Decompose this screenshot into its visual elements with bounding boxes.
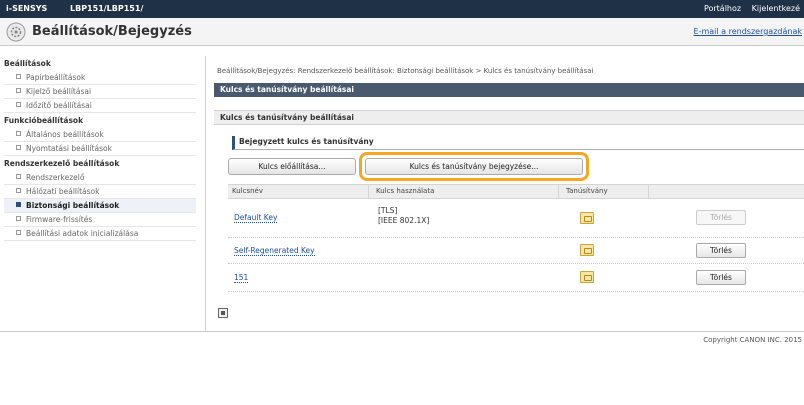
column-header-key-name: Kulcsnév [232,187,264,195]
bullet-icon [16,174,21,179]
column-header-key-usage: Kulcs használata [376,187,435,195]
certificate-icon[interactable] [580,212,594,224]
sidebar-group-management-settings: Rendszerkezelő beállítások [4,159,120,168]
delete-button[interactable]: Törlés [696,270,746,285]
bullet-icon [16,145,21,150]
sidebar-item-system-manager[interactable]: Rendszerkezelő [4,171,196,185]
brand-label: i-SENSYS [6,4,48,13]
delete-button[interactable]: Törlés [696,243,746,258]
key-alias-link[interactable]: 151 [234,273,249,283]
sidebar-item-timer-settings[interactable]: Időzítő beállításai [4,99,196,113]
highlight-frame [359,152,589,181]
bullet-icon [16,202,21,207]
title-bar: Beállítások/Bejegyzés E-mail a rendszerg… [0,18,804,46]
top-links: Portálhoz Kijelentkezé [696,4,800,13]
column-header-certificate: Tanúsítvány [566,187,608,195]
table-row: Default Key [TLS] [IEEE 802.1X] Törlés [228,202,804,238]
bullet-icon [16,74,21,79]
sidebar-item-printer-settings[interactable]: Nyomtatási beállítások [4,142,196,156]
sidebar-divider [205,56,206,331]
key-usage-tls: [TLS] [378,206,398,215]
sidebar-item-label: Biztonsági beállítások [26,201,120,210]
sidebar-item-initialize-settings[interactable]: Beállítási adatok inicializálása [4,227,196,241]
breadcrumb: Beállítások/Bejegyzés: Rendszerkezelő be… [217,67,594,75]
bullet-icon [16,230,21,235]
sidebar-item-display-settings[interactable]: Kijelző beállításai [4,85,196,99]
key-alias-link[interactable]: Self-Regenerated Key [234,246,315,256]
column-divider [558,185,559,198]
email-admin-link[interactable]: E-mail a rendszergazdának [694,27,802,36]
sidebar-item-general-settings[interactable]: Általános beállítások [4,128,196,142]
table-row: Self-Regenerated Key Törlés [228,238,804,264]
certificate-icon[interactable] [580,271,594,283]
table-header: Kulcsnév Kulcs használata Tanúsítvány [228,184,804,199]
sidebar-group-function-settings: Funkcióbeállítások [4,116,84,125]
column-divider [368,185,369,198]
sidebar-item-paper-settings[interactable]: Papírbeállítások [4,71,196,85]
gear-icon [6,22,26,42]
sidebar-item-network-settings[interactable]: Hálózati beállítások [4,185,196,199]
model-label: LBP151/LBP151/ [70,4,144,13]
copyright-text: Copyright CANON INC. 2015 [703,336,802,344]
bullet-icon [16,131,21,136]
portal-link[interactable]: Portálhoz [704,4,741,13]
sidebar-item-label: Beállítási adatok inicializálása [26,229,139,238]
sidebar-item-label: Nyomtatási beállítások [26,144,112,153]
sidebar-item-label: Kijelző beállításai [26,87,92,96]
column-divider [648,185,649,198]
sidebar-item-label: Rendszerkezelő [26,173,85,182]
section-subtitle: Kulcs és tanúsítvány beállításai [214,110,804,125]
registered-keys-heading: Bejegyzett kulcs és tanúsítvány [232,136,804,150]
sidebar-item-label: Időzítő beállításai [26,101,92,110]
sidebar-item-security-settings[interactable]: Biztonsági beállítások [4,199,196,213]
sidebar-group-settings: Beállítások [4,59,51,68]
key-usage-8021x: [IEEE 802.1X] [378,216,430,225]
key-alias-link[interactable]: Default Key [234,213,278,223]
bullet-icon [16,102,21,107]
section-title-bar: Kulcs és tanúsítvány beállításai [214,83,804,97]
delete-button[interactable]: Törlés [696,210,746,225]
footer-divider [0,331,804,332]
sidebar-item-label: Firmware-frissítés [26,215,93,224]
page-title: Beállítások/Bejegyzés [32,24,192,39]
sidebar-item-label: Általános beállítások [26,130,104,139]
generate-key-button[interactable]: Kulcs előállítása... [228,158,356,175]
sidebar-item-label: Hálózati beállítások [26,187,100,196]
sidebar: Beállítások Papírbeállítások Kijelző beá… [0,56,200,331]
bullet-icon [16,188,21,193]
certificate-icon[interactable] [580,244,594,256]
page-top-icon[interactable] [218,308,228,318]
bullet-icon [16,88,21,93]
logout-link[interactable]: Kijelentkezé [752,4,800,13]
top-bar: i-SENSYS LBP151/LBP151/ Portálhoz Kijele… [0,0,804,18]
sidebar-item-firmware-update[interactable]: Firmware-frissítés [4,213,196,227]
table-row: 151 Törlés [228,264,804,292]
sidebar-item-label: Papírbeállítások [26,73,86,82]
bullet-icon [16,216,21,221]
